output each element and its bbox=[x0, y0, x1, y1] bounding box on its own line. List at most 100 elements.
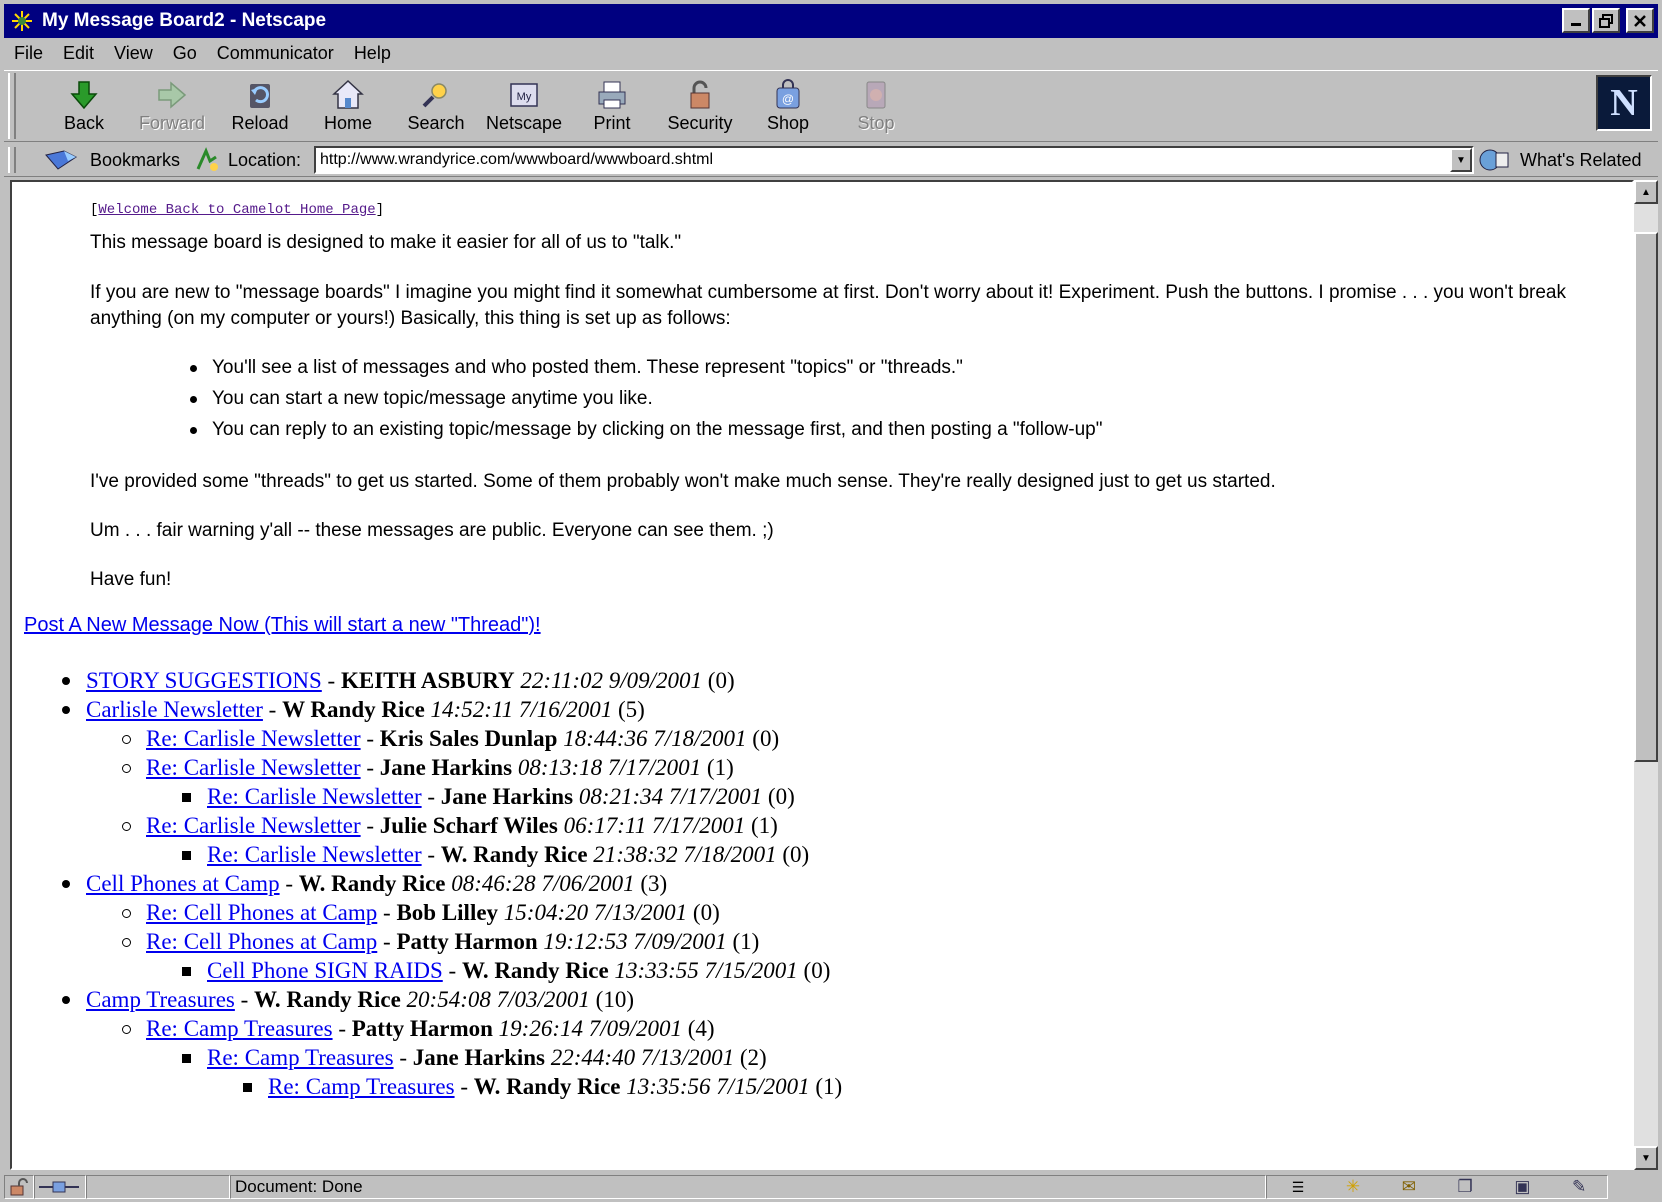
arrow-up-icon: ▲ bbox=[1641, 186, 1651, 198]
thread-subject-link[interactable]: Re: Camp Treasures bbox=[146, 1016, 333, 1041]
status-text: Document: Done bbox=[230, 1175, 1266, 1199]
menu-help[interactable]: Help bbox=[354, 43, 391, 64]
thread-subject-link[interactable]: Re: Cell Phones at Camp bbox=[146, 900, 377, 925]
thread-author: W. Randy Rice bbox=[473, 1074, 621, 1099]
intro-paragraph-4: Um . . . fair warning y'all -- these mes… bbox=[90, 520, 774, 541]
minimize-button[interactable] bbox=[1562, 8, 1590, 33]
security-status-panel[interactable] bbox=[4, 1175, 34, 1199]
url-dropdown-button[interactable]: ▼ bbox=[1450, 148, 1472, 172]
scroll-up-button[interactable]: ▲ bbox=[1634, 180, 1658, 204]
address-book-icon[interactable]: ▣ bbox=[1514, 1177, 1530, 1197]
thread-author: Kris Sales Dunlap bbox=[379, 726, 558, 751]
menu-file[interactable]: File bbox=[14, 43, 43, 64]
svg-text:@: @ bbox=[782, 92, 794, 106]
stop-button[interactable]: Stop bbox=[836, 77, 916, 139]
menu-view[interactable]: View bbox=[114, 43, 153, 64]
home-page-link[interactable]: Welcome Back to Camelot Home Page bbox=[98, 202, 375, 218]
whats-related-icon bbox=[1479, 149, 1509, 171]
thread-author: Jane Harkins bbox=[379, 755, 513, 780]
back-button[interactable]: Back bbox=[44, 77, 124, 139]
thread-subject-link[interactable]: Carlisle Newsletter bbox=[86, 697, 263, 722]
shop-icon: @ bbox=[776, 79, 800, 109]
home-button[interactable]: Home bbox=[308, 77, 388, 139]
toolbar-grip[interactable] bbox=[8, 73, 16, 139]
thread-subject-link[interactable]: Re: Carlisle Newsletter bbox=[146, 755, 361, 780]
thread-separator: - bbox=[393, 1045, 413, 1070]
print-button[interactable]: Print bbox=[572, 77, 652, 139]
thread-separator: - bbox=[377, 900, 397, 925]
thread-row: Re: Cell Phones at Camp - Bob Lilley 15:… bbox=[146, 898, 720, 928]
thread-row: Carlisle Newsletter - W Randy Rice 14:52… bbox=[86, 695, 645, 725]
thread-author: W Randy Rice bbox=[282, 697, 425, 722]
thread-separator: - bbox=[332, 1016, 352, 1041]
navigator-icon[interactable]: ✳ bbox=[1346, 1177, 1360, 1197]
minimize-icon bbox=[1571, 23, 1581, 26]
scroll-thumb[interactable] bbox=[1634, 232, 1658, 762]
restore-button[interactable] bbox=[1592, 8, 1620, 33]
shop-button[interactable]: @ Shop bbox=[748, 77, 828, 139]
thread-separator: - bbox=[421, 784, 441, 809]
mail-icon[interactable]: ✉ bbox=[1402, 1177, 1416, 1197]
print-icon bbox=[598, 81, 626, 109]
close-icon bbox=[1634, 14, 1646, 27]
my-netscape-icon: My bbox=[510, 83, 538, 107]
bookmark-icon bbox=[45, 150, 77, 170]
location-grip[interactable] bbox=[8, 147, 16, 173]
netscape-button[interactable]: My Netscape bbox=[484, 77, 564, 139]
thread-row: Re: Carlisle Newsletter - Jane Harkins 0… bbox=[207, 782, 795, 812]
composer-icon[interactable]: ✎ bbox=[1572, 1177, 1586, 1197]
thread-subject-link[interactable]: Re: Camp Treasures bbox=[268, 1074, 455, 1099]
reload-button[interactable]: Reload bbox=[220, 77, 300, 139]
progress-panel bbox=[86, 1175, 230, 1199]
vertical-scrollbar[interactable]: ▲ ▼ bbox=[1634, 180, 1658, 1170]
thread-author: Bob Lilley bbox=[396, 900, 499, 925]
thread-subject-link[interactable]: Re: Cell Phones at Camp bbox=[146, 929, 377, 954]
title-bar: My Message Board2 - Netscape bbox=[4, 4, 1658, 38]
thread-row: Cell Phone SIGN RAIDS - W. Randy Rice 13… bbox=[207, 956, 830, 986]
post-new-message-link[interactable]: Post A New Message Now (This will start … bbox=[24, 614, 541, 637]
whats-related-button[interactable]: What's Related bbox=[1478, 147, 1642, 173]
thread-subject-link[interactable]: Re: Carlisle Newsletter bbox=[146, 813, 361, 838]
thread-author: KEITH ASBURY bbox=[340, 668, 515, 693]
back-icon bbox=[70, 81, 98, 110]
bookmarks-button[interactable]: Bookmarks bbox=[44, 147, 180, 173]
page-viewport[interactable]: [Welcome Back to Camelot Home Page] This… bbox=[10, 180, 1634, 1170]
menu-communicator[interactable]: Communicator bbox=[217, 43, 334, 64]
thread-reply-count: (5) bbox=[617, 697, 645, 722]
thread-row: Re: Carlisle Newsletter - Julie Scharf W… bbox=[146, 811, 778, 841]
thread-subject-link[interactable]: STORY SUGGESTIONS bbox=[86, 668, 322, 693]
intro-paragraph-2: If you are new to "message boards" I ima… bbox=[90, 282, 1566, 329]
thread-author: W. Randy Rice bbox=[254, 987, 401, 1012]
url-input[interactable]: http://www.wrandyrice.com/wwwboard/wwwbo… bbox=[314, 146, 1474, 174]
thread-reply-count: (3) bbox=[640, 871, 668, 896]
thread-separator: - bbox=[262, 697, 283, 722]
thread-subject-link[interactable]: Re: Carlisle Newsletter bbox=[207, 784, 422, 809]
instruction-item: You can reply to an existing topic/messa… bbox=[189, 414, 1102, 445]
thread-subject-link[interactable]: Cell Phone SIGN RAIDS bbox=[207, 958, 443, 983]
component-grip-icon[interactable]: ☰ bbox=[1292, 1179, 1305, 1196]
scroll-down-button[interactable]: ▼ bbox=[1634, 1146, 1658, 1170]
reload-label: Reload bbox=[231, 113, 289, 133]
thread-subject-link[interactable]: Re: Carlisle Newsletter bbox=[207, 842, 422, 867]
search-icon bbox=[422, 83, 447, 108]
thread-row: Re: Cell Phones at Camp - Patty Harmon 1… bbox=[146, 927, 759, 957]
menu-edit[interactable]: Edit bbox=[63, 43, 94, 64]
forward-button[interactable]: Forward bbox=[132, 77, 212, 139]
thread-row: Re: Carlisle Newsletter - W. Randy Rice … bbox=[207, 840, 809, 870]
thread-separator: - bbox=[279, 871, 299, 896]
menu-go[interactable]: Go bbox=[173, 43, 197, 64]
back-label: Back bbox=[63, 113, 105, 133]
netscape-throbber-logo[interactable]: N bbox=[1596, 75, 1652, 131]
newsgroups-icon[interactable]: ❐ bbox=[1458, 1177, 1473, 1197]
search-button[interactable]: Search bbox=[396, 77, 476, 139]
thread-reply-count: (0) bbox=[767, 784, 795, 809]
close-button[interactable] bbox=[1626, 8, 1654, 33]
thread-subject-link[interactable]: Re: Camp Treasures bbox=[207, 1045, 394, 1070]
thread-subject-link[interactable]: Camp Treasures bbox=[86, 987, 235, 1012]
netscape-app-icon[interactable] bbox=[8, 7, 36, 35]
security-button[interactable]: Security bbox=[660, 77, 740, 139]
thread-subject-link[interactable]: Cell Phones at Camp bbox=[86, 871, 280, 896]
thread-separator: - bbox=[421, 842, 441, 867]
thread-subject-link[interactable]: Re: Carlisle Newsletter bbox=[146, 726, 361, 751]
thread-reply-count: (0) bbox=[803, 958, 831, 983]
